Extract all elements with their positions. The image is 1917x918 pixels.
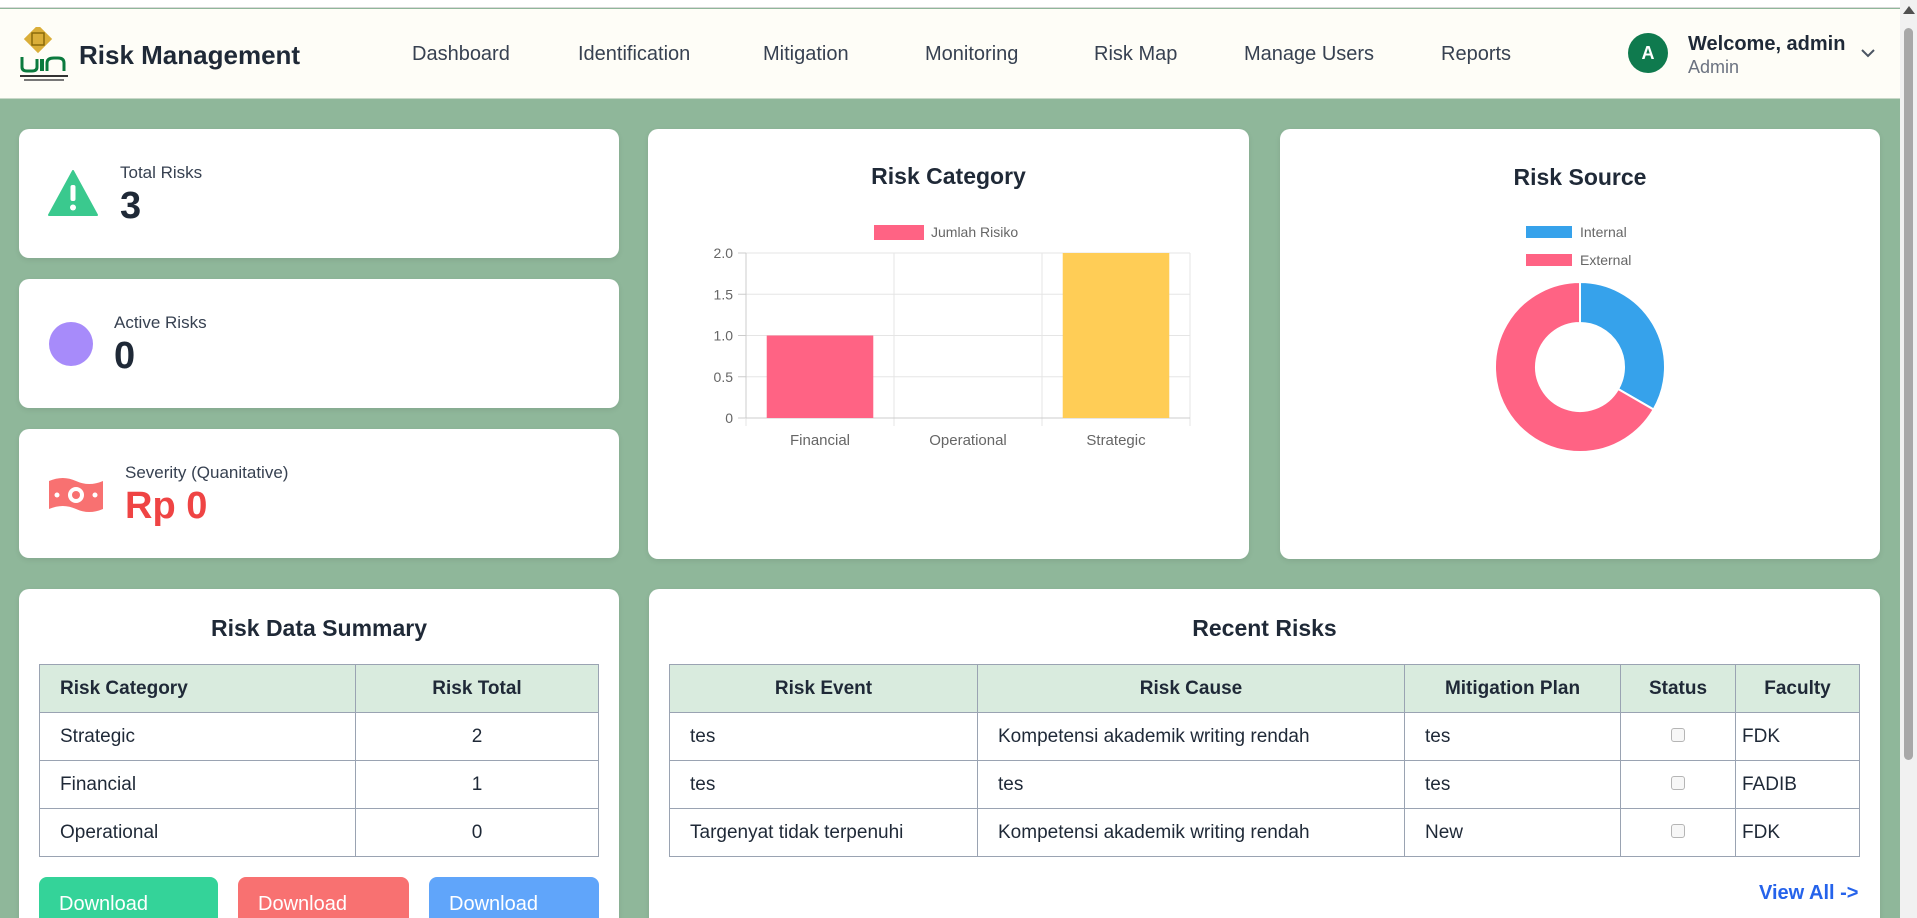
risk-category-card: Risk Category Jumlah Risiko 2.0 1.5 1.0 0.5 0… [648, 129, 1249, 559]
y-tick-label: 1.0 [714, 328, 734, 344]
status-checkbox[interactable] [1671, 775, 1685, 790]
x-tick-label: Operational [929, 432, 1007, 449]
nav-identification[interactable]: Identification [578, 43, 690, 66]
slice-internal [1579, 280, 1666, 411]
legend-label-internal: Internal [1580, 224, 1627, 240]
y-tick-label: 0 [725, 410, 733, 426]
table-row: Targenyat tidak terpenuhi Kompetensi aka… [669, 808, 1860, 857]
table-cell: tes [1404, 760, 1621, 809]
download-button-red[interactable]: Download [238, 877, 409, 918]
recent-risks-title: Recent Risks [1192, 615, 1337, 641]
y-tick-label: 2.0 [714, 245, 734, 261]
table-header-row: Risk Category Risk Total [39, 664, 599, 713]
column-header-risk-event: Risk Event [669, 664, 978, 713]
risk-source-card: Risk Source Internal External [1280, 129, 1880, 559]
legend-label: Jumlah Risiko [931, 224, 1018, 240]
nav-mitigation[interactable]: Mitigation [763, 43, 849, 66]
status-checkbox[interactable] [1671, 823, 1685, 838]
table-cell: Targenyat tidak terpenuhi [669, 808, 978, 857]
column-header-risk-total: Risk Total [355, 664, 599, 713]
circle-icon [49, 322, 93, 366]
status-cell [1620, 808, 1736, 857]
table-cell: tes [1404, 712, 1621, 761]
total-risks-label: Total Risks [120, 163, 203, 182]
user-avatar[interactable]: A [1628, 33, 1668, 73]
x-tick-label: Financial [790, 432, 850, 449]
active-risks-value: 0 [114, 335, 136, 377]
column-header-risk-category: Risk Category [39, 664, 356, 713]
total-risks-card: Total Risks 3 [19, 129, 619, 258]
download-button-blue[interactable]: Download [429, 877, 599, 918]
nav-risk-map[interactable]: Risk Map [1094, 43, 1177, 66]
user-welcome-text: Welcome, admin [1688, 33, 1846, 55]
table-cell: Strategic [39, 712, 356, 761]
risk-summary-card: Risk Data Summary Risk Category Risk Tot… [19, 589, 619, 918]
severity-card: Severity (Quanitative) Rp 0 [19, 429, 619, 558]
legend-swatch [874, 225, 924, 240]
table-cell: 1 [355, 760, 599, 809]
risk-summary-title: Risk Data Summary [210, 615, 428, 641]
nav-monitoring[interactable]: Monitoring [925, 43, 1018, 66]
university-logo-icon [20, 27, 68, 81]
table-row: tes tes tes FADIB [669, 760, 1860, 809]
table-cell: tes [669, 760, 978, 809]
table-row: Strategic 2 [39, 712, 599, 761]
table-cell: FADIB [1735, 760, 1860, 809]
recent-risks-table: Risk Event Risk Cause Mitigation Plan St… [669, 664, 1860, 857]
y-tick-label: 1.5 [714, 286, 734, 302]
legend-label-external: External [1580, 252, 1631, 268]
scroll-up-arrow-icon[interactable] [1903, 6, 1915, 14]
risk-summary-table: Risk Category Risk Total Strategic 2 Fin… [39, 664, 599, 857]
table-cell: 0 [355, 808, 599, 857]
download-button-green[interactable]: Download [39, 877, 218, 918]
view-all-link[interactable]: View All -> [1759, 882, 1858, 905]
x-tick-label: Strategic [1086, 432, 1146, 449]
risk-source-doughnut-chart: Internal External [1494, 224, 1666, 453]
table-cell: FDK [1735, 808, 1860, 857]
table-cell: tes [669, 712, 978, 761]
total-risks-value: 3 [120, 185, 142, 227]
table-cell: FDK [1735, 712, 1860, 761]
user-role: Admin [1688, 57, 1740, 77]
nav-dashboard[interactable]: Dashboard [412, 43, 510, 66]
status-cell [1620, 760, 1736, 809]
table-row: Financial 1 [39, 760, 599, 809]
nav-reports[interactable]: Reports [1441, 43, 1511, 66]
status-cell [1620, 712, 1736, 761]
y-tick-label: 0.5 [714, 369, 734, 385]
severity-label: Severity (Quanitative) [125, 463, 289, 482]
status-checkbox[interactable] [1671, 727, 1685, 742]
active-risks-card: Active Risks 0 [19, 279, 619, 408]
browser-top-strip [0, 0, 1900, 8]
top-navbar: Risk Management Dashboard Identification… [0, 9, 1900, 99]
table-cell: tes [977, 760, 1405, 809]
chevron-down-icon[interactable] [1860, 45, 1876, 61]
table-cell: Kompetensi akademik writing rendah [977, 808, 1405, 857]
legend-swatch-internal [1526, 226, 1572, 238]
bar-strategic [1062, 253, 1170, 418]
table-row: Operational 0 [39, 808, 599, 857]
table-row: tes Kompetensi akademik writing rendah t… [669, 712, 1860, 761]
column-header-mitigation-plan: Mitigation Plan [1404, 664, 1621, 713]
column-header-status: Status [1620, 664, 1736, 713]
table-cell: 2 [355, 712, 599, 761]
table-cell: New [1404, 808, 1621, 857]
active-risks-label: Active Risks [114, 313, 207, 332]
recent-risks-card: Recent Risks Risk Event Risk Cause Mitig… [649, 589, 1880, 918]
warning-icon [48, 170, 98, 216]
app-title: Risk Management [79, 40, 301, 70]
column-header-faculty: Faculty [1735, 664, 1860, 713]
table-cell: Kompetensi akademik writing rendah [977, 712, 1405, 761]
table-cell: Operational [39, 808, 356, 857]
money-icon [49, 478, 103, 512]
column-header-risk-cause: Risk Cause [977, 664, 1405, 713]
scrollbar-thumb[interactable] [1904, 28, 1913, 760]
severity-value: Rp 0 [125, 485, 208, 527]
bar-financial [766, 335, 874, 418]
table-header-row: Risk Event Risk Cause Mitigation Plan St… [669, 664, 1860, 713]
nav-manage-users[interactable]: Manage Users [1244, 43, 1374, 66]
table-cell: Financial [39, 760, 356, 809]
risk-category-bar-chart: Jumlah Risiko 2.0 1.5 1.0 0.5 0 Financial Opera… [714, 224, 1191, 449]
legend-swatch-external [1526, 254, 1572, 266]
